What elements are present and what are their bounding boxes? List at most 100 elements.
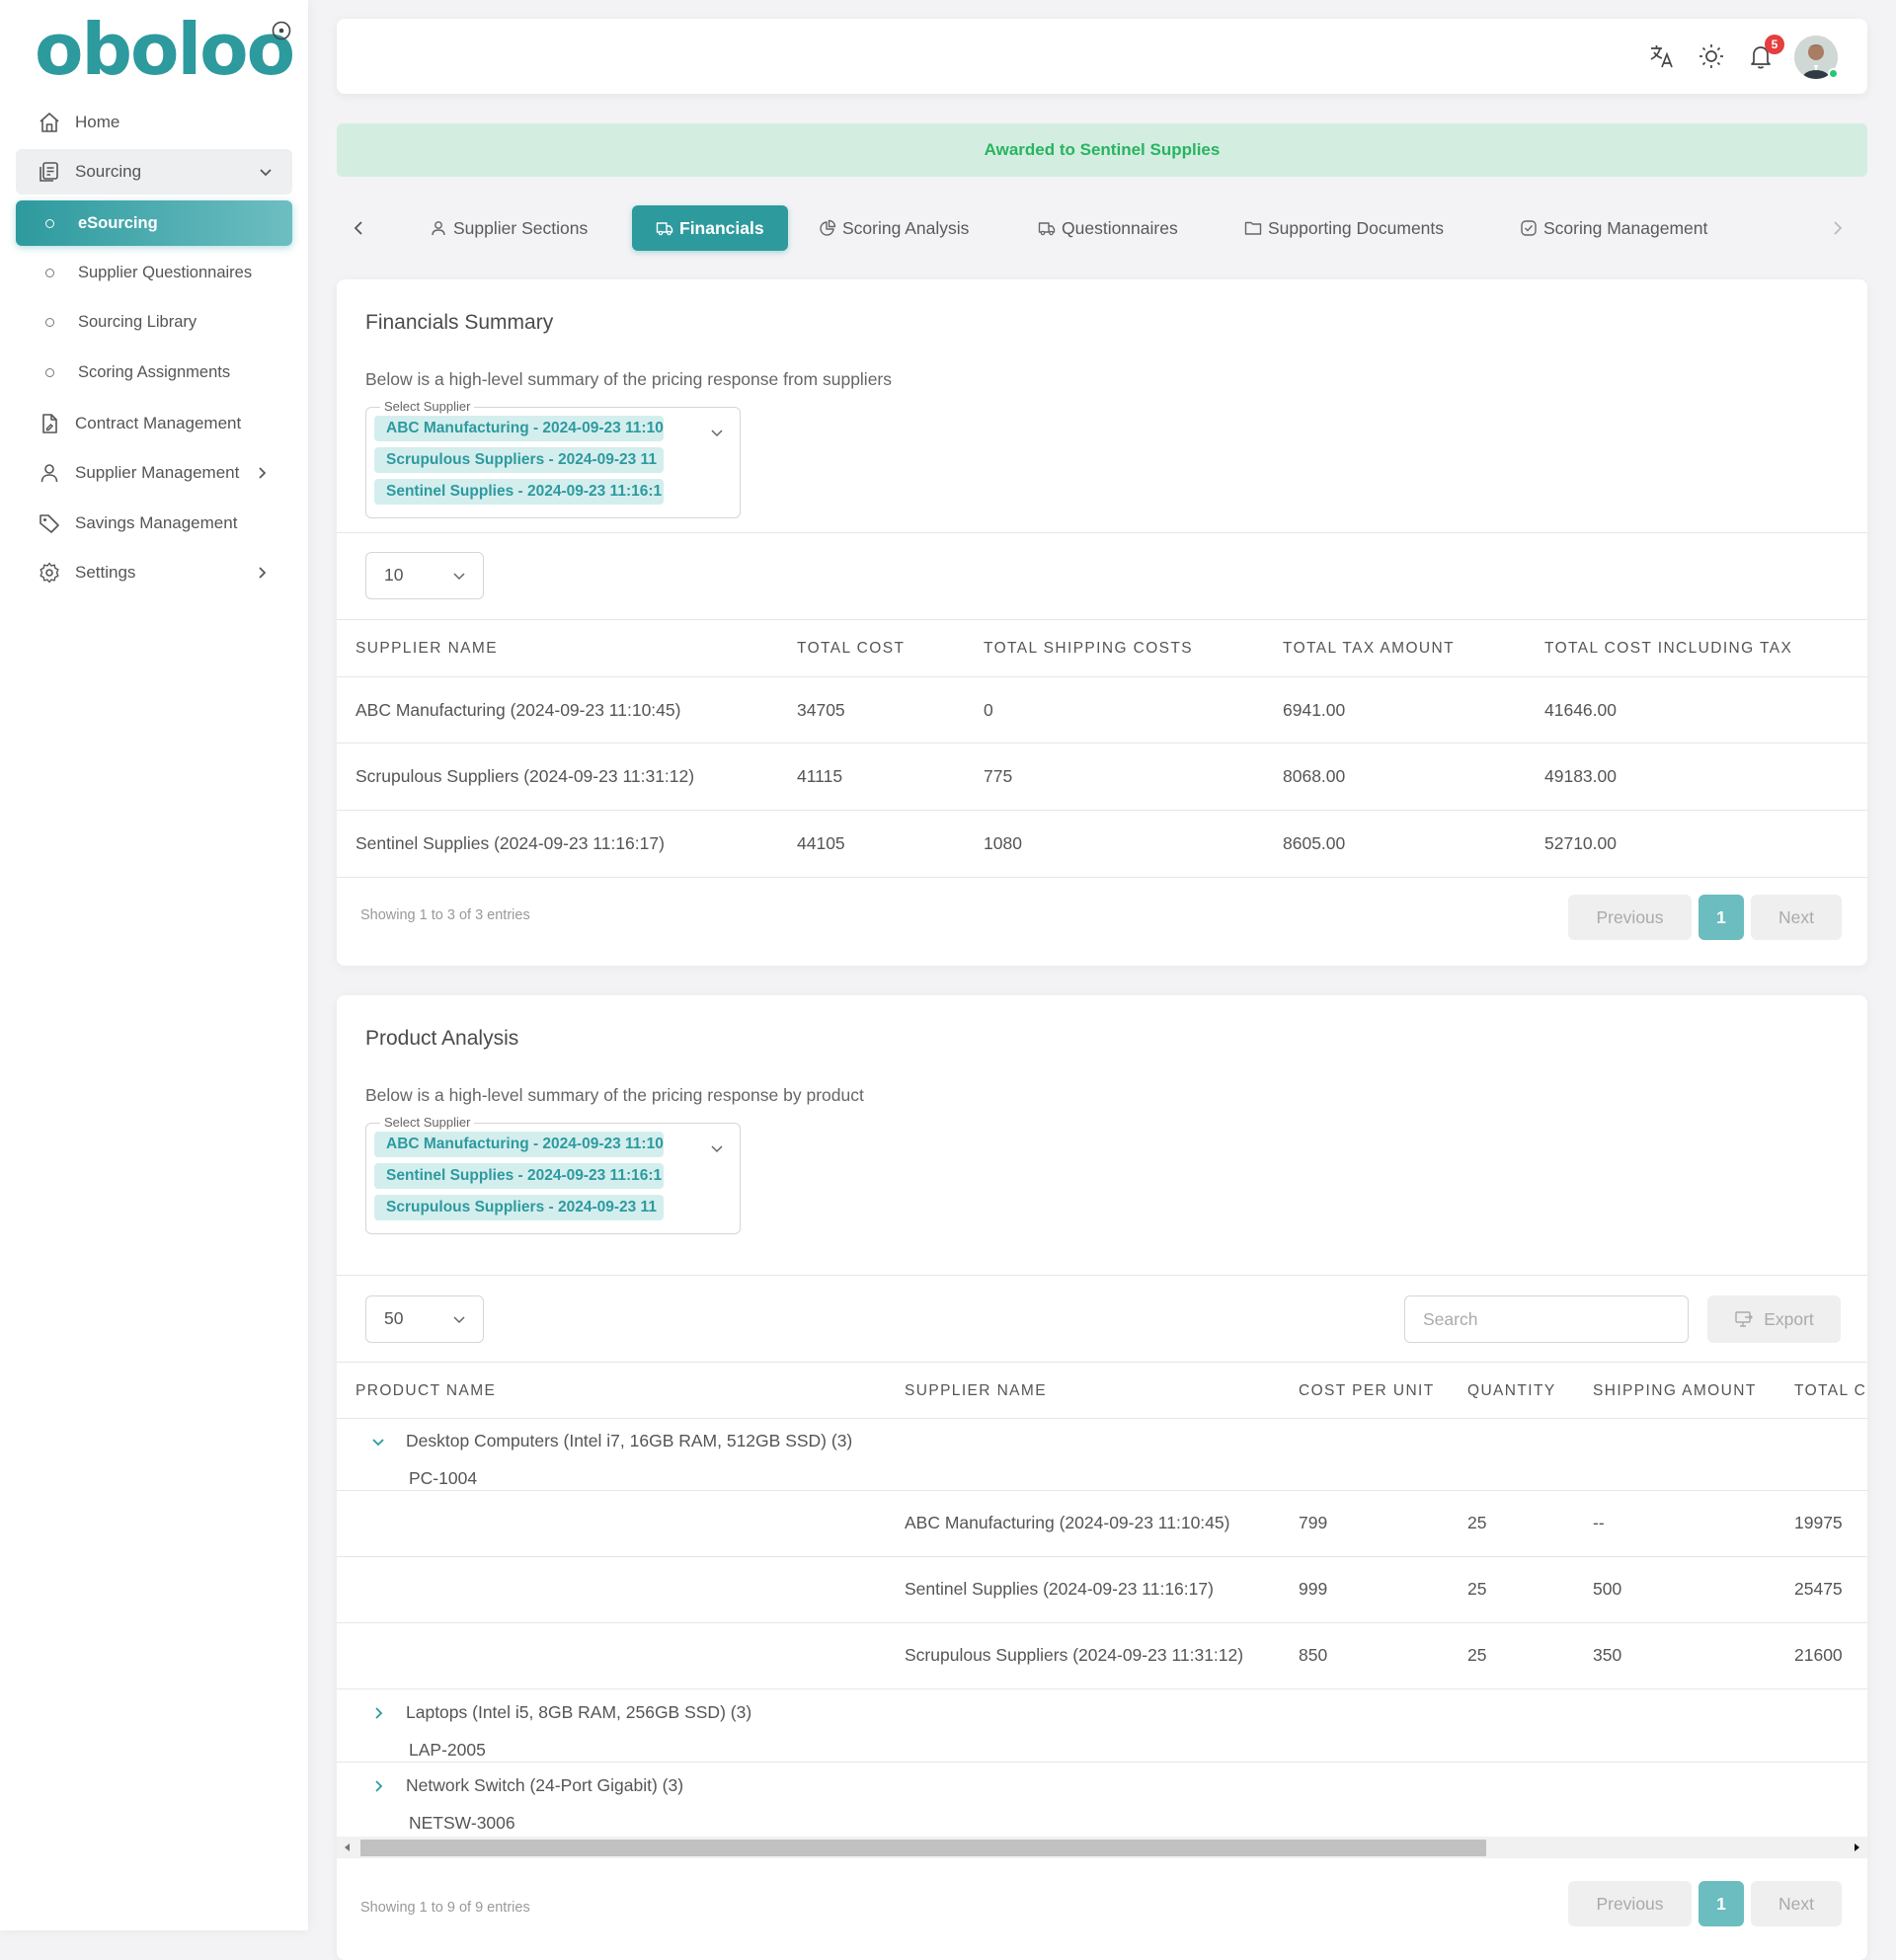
column-header[interactable]: TOTAL COST (778, 619, 965, 677)
sidebar-item-settings[interactable]: Settings (16, 550, 292, 595)
page-1-button[interactable]: 1 (1698, 895, 1744, 940)
previous-page-button[interactable]: Previous (1568, 1881, 1692, 1926)
award-status-banner: Awarded to Sentinel Supplies (337, 123, 1867, 177)
export-button[interactable]: Export (1707, 1295, 1841, 1343)
truck-icon (656, 222, 673, 236)
sidebar-item-esourcing[interactable]: eSourcing (16, 200, 292, 246)
supplier-multi-select[interactable]: Select Supplier ABC Manufacturing - 2024… (365, 1115, 741, 1234)
chevron-right-icon[interactable] (369, 1704, 387, 1722)
home-icon (40, 113, 59, 132)
tab-scoring-management[interactable]: Scoring Management (1514, 205, 1713, 251)
tab-scoring-analysis[interactable]: Scoring Analysis (813, 205, 975, 251)
table-cell: 41115 (778, 743, 965, 811)
chevron-right-icon[interactable] (369, 1777, 387, 1795)
cost-per-unit-cell: 799 (1299, 1513, 1328, 1532)
sidebar-item-sourcing-library[interactable]: Sourcing Library (16, 299, 292, 345)
cost-per-unit-cell: 999 (1299, 1579, 1328, 1599)
translate-icon[interactable] (1648, 42, 1676, 70)
tab-supporting-documents[interactable]: Supporting Documents (1238, 205, 1450, 251)
shipping-amount-cell: 500 (1593, 1579, 1622, 1599)
tab-financials[interactable]: Financials (632, 205, 788, 251)
column-header[interactable]: SUPPLIER NAME (905, 1382, 1047, 1400)
top-navbar: 5 (337, 19, 1867, 94)
user-icon (40, 464, 58, 483)
table-cell: 44105 (778, 810, 965, 878)
product-name: Laptops (Intel i5, 8GB RAM, 256GB SSD) (… (406, 1702, 752, 1722)
page-length-value: 10 (384, 565, 404, 585)
search-input[interactable] (1404, 1295, 1689, 1343)
tab-label: Scoring Analysis (842, 217, 970, 238)
sun-icon[interactable] (1698, 42, 1725, 70)
selected-supplier-chip[interactable]: Scrupulous Suppliers - 2024-09-23 11 (374, 447, 664, 473)
tab-questionnaires[interactable]: Questionnaires (1032, 205, 1184, 251)
product-group-row: Desktop Computers (Intel i7, 16GB RAM, 5… (337, 1419, 1867, 1491)
table-cell: 775 (965, 743, 1264, 811)
table-row: Scrupulous Suppliers (2024-09-23 11:31:1… (337, 743, 1867, 811)
page-1-button[interactable]: 1 (1698, 1881, 1744, 1926)
tab-label: Questionnaires (1062, 217, 1178, 238)
financials-summary-table: SUPPLIER NAME TOTAL COST TOTAL SHIPPING … (337, 619, 1867, 878)
sidebar-item-sourcing[interactable]: Sourcing (16, 149, 292, 195)
selected-supplier-chip[interactable]: ABC Manufacturing - 2024-09-23 11:10 (374, 1132, 664, 1157)
tab-scroll-right-icon[interactable] (1828, 218, 1848, 238)
scroll-left-arrow-icon[interactable] (343, 1842, 353, 1852)
sidebar-item-savings-management[interactable]: Savings Management (16, 501, 292, 546)
sidebar-item-supplier-management[interactable]: Supplier Management (16, 450, 292, 496)
horizontal-scrollbar[interactable] (337, 1837, 1867, 1858)
notification-badge: 5 (1765, 35, 1784, 54)
supplier-name-cell: Sentinel Supplies (2024-09-23 11:16:17) (905, 1579, 1214, 1599)
sidebar-collapse-toggle-icon[interactable] (271, 20, 292, 41)
sidebar-item-home[interactable]: Home (16, 100, 292, 145)
tab-label: Supporting Documents (1268, 217, 1445, 238)
scroll-right-arrow-icon[interactable] (1852, 1842, 1861, 1852)
table-cell: 8605.00 (1264, 810, 1526, 878)
sidebar-item-label: Contract Management (75, 414, 242, 432)
quantity-cell: 25 (1467, 1513, 1487, 1532)
tag-icon (40, 514, 59, 533)
sidebar-item-contract-management[interactable]: Contract Management (16, 401, 292, 446)
column-header[interactable]: TOTAL TAX AMOUNT (1264, 619, 1526, 677)
bullet-icon (45, 317, 54, 327)
previous-page-button[interactable]: Previous (1568, 895, 1692, 940)
sidebar-item-supplier-questionnaires[interactable]: Supplier Questionnaires (16, 250, 292, 295)
card-title: Product Analysis (365, 1027, 519, 1050)
selected-supplier-chip[interactable]: Scrupulous Suppliers - 2024-09-23 11 (374, 1195, 664, 1220)
column-header[interactable]: TOTAL CO (1794, 1382, 1867, 1400)
entries-info: Showing 1 to 3 of 3 entries (360, 907, 530, 923)
column-header[interactable]: TOTAL COST INCLUDING TAX (1526, 619, 1867, 677)
table-header-row: SUPPLIER NAME TOTAL COST TOTAL SHIPPING … (337, 619, 1867, 677)
card-title: Financials Summary (365, 311, 554, 334)
tab-scroll-left-icon[interactable] (349, 218, 368, 238)
bullet-icon (45, 367, 54, 377)
chevron-down-icon[interactable] (369, 1433, 387, 1450)
selected-supplier-chip[interactable]: ABC Manufacturing - 2024-09-23 11:10 (374, 416, 664, 441)
chevron-right-icon (259, 567, 267, 579)
check-circle-icon (1521, 220, 1537, 236)
column-header[interactable]: QUANTITY (1467, 1382, 1556, 1400)
supplier-multi-select[interactable]: Select Supplier ABC Manufacturing - 2024… (365, 399, 741, 518)
scrollbar-thumb[interactable] (360, 1840, 1486, 1856)
export-label: Export (1764, 1308, 1814, 1329)
column-header[interactable]: PRODUCT NAME (356, 1382, 496, 1400)
tab-label: Financials (679, 217, 764, 238)
sidebar-item-scoring-assignments[interactable]: Scoring Assignments (16, 350, 292, 395)
product-code: NETSW-3006 (409, 1813, 515, 1833)
selected-supplier-chip[interactable]: Sentinel Supplies - 2024-09-23 11:16:1 (374, 1163, 664, 1189)
tab-supplier-sections[interactable]: Supplier Sections (424, 205, 593, 251)
table-row: ABC Manufacturing (2024-09-23 11:10:45) … (337, 676, 1867, 744)
selected-supplier-chip[interactable]: Sentinel Supplies - 2024-09-23 11:16:1 (374, 479, 664, 505)
next-page-button[interactable]: Next (1751, 1881, 1842, 1926)
folder-icon (1244, 221, 1262, 235)
column-header[interactable]: COST PER UNIT (1299, 1382, 1435, 1400)
page-length-select[interactable]: 50 (365, 1295, 484, 1343)
page-length-select[interactable]: 10 (365, 552, 484, 599)
logo[interactable]: oboloo (35, 14, 295, 85)
next-page-button[interactable]: Next (1751, 895, 1842, 940)
column-header[interactable]: SHIPPING AMOUNT (1593, 1382, 1757, 1400)
table-cell: 0 (965, 676, 1264, 744)
sidebar: oboloo Home Sourcing eSourcing Supplier … (0, 0, 308, 1930)
column-header[interactable]: SUPPLIER NAME (337, 619, 778, 677)
column-header[interactable]: TOTAL SHIPPING COSTS (965, 619, 1264, 677)
chevron-down-icon (453, 573, 465, 581)
chevron-down-icon (453, 1316, 465, 1324)
